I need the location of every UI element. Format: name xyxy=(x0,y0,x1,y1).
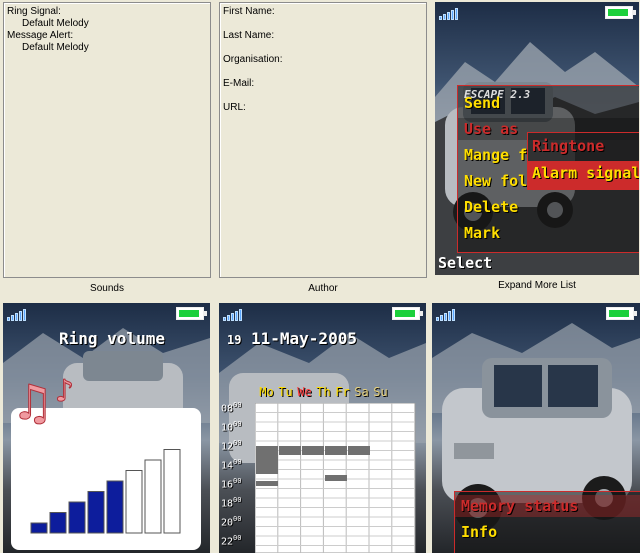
volume-bar xyxy=(68,501,86,534)
volume-bar xyxy=(87,491,105,534)
battery-icon xyxy=(176,307,207,320)
battery-icon xyxy=(606,307,637,320)
battery-icon xyxy=(605,6,636,19)
first-name-label: First Name: xyxy=(223,6,275,17)
menu-item-manage-files[interactable]: Mange f xyxy=(464,146,527,164)
last-name-label: Last Name: xyxy=(223,30,275,41)
calendar-event[interactable] xyxy=(256,446,278,474)
select-softkey[interactable]: Select xyxy=(438,254,492,272)
organisation-label: Organisation: xyxy=(223,54,283,65)
weekday-sa: Sa xyxy=(354,385,369,399)
url-label: URL: xyxy=(223,102,246,113)
battery-icon xyxy=(392,307,423,320)
time-label: 2200 xyxy=(221,534,242,548)
menu-item-new-folder[interactable]: New fol xyxy=(464,172,527,190)
volume-bar xyxy=(144,459,162,534)
use-as-submenu: Ringtone Alarm signal xyxy=(527,132,639,190)
time-label: 2000 xyxy=(221,515,242,529)
time-label: 0800 xyxy=(221,401,242,415)
svg-text:♪: ♪ xyxy=(55,374,74,409)
calendar-event[interactable] xyxy=(325,475,347,481)
submenu-item-alarm-signal[interactable]: Alarm signal xyxy=(532,164,639,182)
calendar-event[interactable] xyxy=(279,446,301,455)
time-label: 1400 xyxy=(221,458,242,472)
week-grid[interactable] xyxy=(255,403,417,553)
calendar-event[interactable] xyxy=(325,446,347,455)
signal-strength-icon xyxy=(439,8,463,20)
weekday-header: Mo Tu We Th Fr Sa Su xyxy=(257,385,390,399)
time-column: 0800 1000 1200 1400 1600 1800 2000 2200 xyxy=(221,401,253,553)
weekday-su: Su xyxy=(373,385,388,399)
volume-bar xyxy=(163,449,181,534)
message-alert-value: Default Melody xyxy=(22,42,89,53)
weekday-fr: Fr xyxy=(335,385,350,399)
volume-bar xyxy=(49,512,67,534)
time-label: 1600 xyxy=(221,477,242,491)
signal-strength-icon xyxy=(223,309,247,321)
menu-item-delete[interactable]: Delete xyxy=(464,198,518,216)
ring-signal-label: Ring Signal: xyxy=(7,6,61,17)
ring-signal-value: Default Melody xyxy=(22,18,89,29)
weekday-th: Th xyxy=(316,385,331,399)
calendar-screen: 19 11-May-2005 Mo Tu We Th Fr Sa Su 0800 1000 12… xyxy=(219,303,426,553)
menu-item-send[interactable]: Send xyxy=(464,94,500,112)
volume-bars[interactable] xyxy=(11,408,201,550)
calendar-event[interactable] xyxy=(256,481,278,486)
calendar-event[interactable] xyxy=(302,446,324,455)
calendar-day: 19 xyxy=(227,333,242,347)
ring-volume-title: Ring volume xyxy=(59,329,165,348)
sounds-panel: Ring Signal: Default Melody Message Aler… xyxy=(3,2,211,278)
sounds-caption: Sounds xyxy=(90,283,124,294)
menu-item-use-as[interactable]: Use as xyxy=(464,120,518,138)
memory-menu: Memory status Info xyxy=(454,491,640,553)
author-panel: First Name: Last Name: Organisation: E-M… xyxy=(219,2,427,278)
calendar-event[interactable] xyxy=(348,446,370,455)
weekday-mo: Mo xyxy=(259,385,274,399)
submenu-item-ringtone[interactable]: Ringtone xyxy=(532,137,604,155)
menu-item-info[interactable]: Info xyxy=(461,523,497,541)
message-alert-label: Message Alert: xyxy=(7,30,74,41)
time-label: 1200 xyxy=(221,439,242,453)
expand-more-list-screen: ESCAPE 2.3 Send Use as Mange f New fol D… xyxy=(435,2,639,275)
volume-bar xyxy=(106,480,124,534)
weekday-tu: Tu xyxy=(278,385,293,399)
menu-item-memory-status[interactable]: Memory status xyxy=(461,497,578,515)
signal-strength-icon xyxy=(7,309,31,321)
time-label: 1000 xyxy=(221,420,242,434)
weekday-we: We xyxy=(297,385,312,399)
email-label: E-Mail: xyxy=(223,78,255,89)
volume-bar xyxy=(30,522,48,534)
time-label: 1800 xyxy=(221,496,242,510)
signal-strength-icon xyxy=(436,309,460,321)
volume-bar xyxy=(125,470,143,534)
calendar-date: 11-May-2005 xyxy=(251,329,357,348)
ring-volume-screen: Ring volume ♫ ♪ xyxy=(3,303,210,553)
expand-more-list-caption: Expand More List xyxy=(498,280,576,291)
memory-status-screen: Memory status Info xyxy=(432,303,640,553)
author-caption: Author xyxy=(308,283,338,294)
menu-item-mark[interactable]: Mark xyxy=(464,224,500,242)
